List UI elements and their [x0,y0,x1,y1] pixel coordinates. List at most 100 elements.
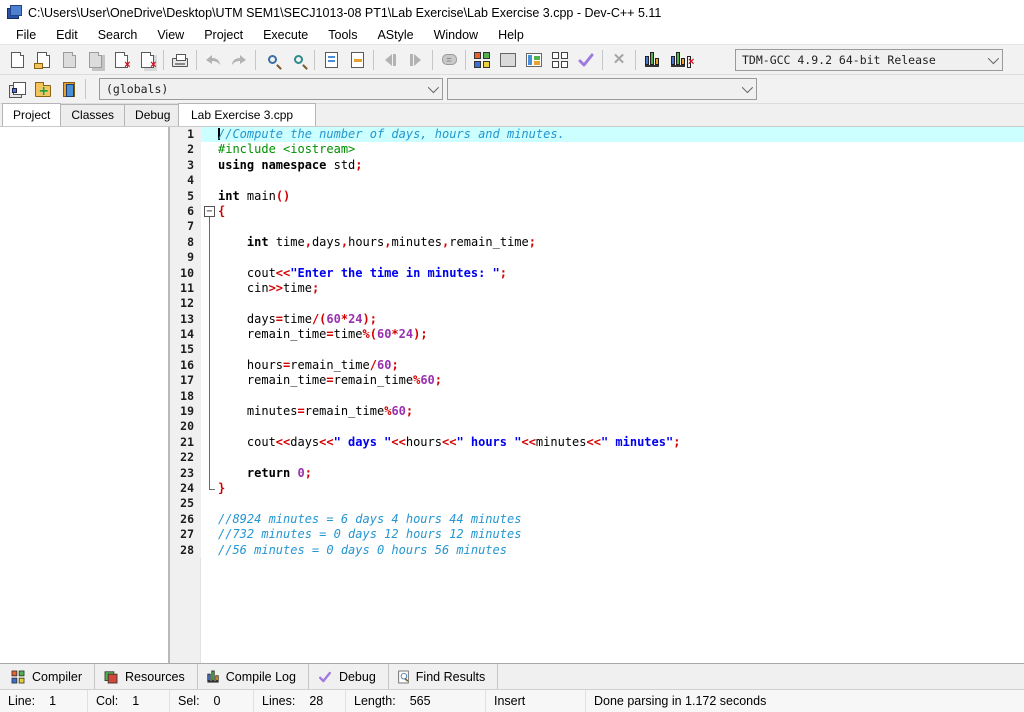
code-line[interactable]: 15 [170,342,1024,357]
tab-compile-log-label: Compile Log [226,670,296,684]
fold-margin [201,373,218,388]
code-text: cin>>time; [218,281,1024,296]
code-line[interactable]: 13 days=time/(60*24); [170,312,1024,327]
code-line[interactable]: 26//8924 minutes = 6 days 4 hours 44 min… [170,512,1024,527]
code-line[interactable]: 11 cin>>time; [170,281,1024,296]
remove-from-project-button[interactable] [56,77,82,101]
run-icon [500,53,516,67]
project-browser-panel[interactable] [0,127,170,663]
code-text [218,419,1024,434]
menu-window[interactable]: Window [424,27,488,44]
new-window-button[interactable] [4,77,30,101]
editor-tab-lab-exercise-3[interactable]: Lab Exercise 3.cpp [178,103,316,126]
rebuild-all-button[interactable] [547,48,573,72]
code-line[interactable]: 18 [170,389,1024,404]
compiler-select[interactable]: TDM-GCC 4.9.2 64-bit Release [735,49,1003,71]
open-button[interactable] [30,48,56,72]
line-number: 11 [170,281,201,296]
tab-find-results[interactable]: Find Results [389,664,498,689]
tab-resources[interactable]: Resources [95,664,198,689]
menu-tools[interactable]: Tools [318,27,367,44]
add-to-project-button[interactable]: + [30,77,56,101]
code-line[interactable]: 6−{ [170,204,1024,219]
undo-button[interactable] [200,48,226,72]
code-text [218,450,1024,465]
line-number: 19 [170,404,201,419]
code-line[interactable]: 1//Compute the number of days, hours and… [170,127,1024,142]
fold-marker[interactable]: − [201,204,218,219]
editor-tabs: Lab Exercise 3.cpp [178,103,315,126]
menu-search[interactable]: Search [88,27,148,44]
compile-log-tab-icon [207,671,218,682]
line-number: 13 [170,312,201,327]
fold-margin [201,189,218,204]
menu-project[interactable]: Project [194,27,253,44]
tab-debug-bottom[interactable]: Debug [309,664,389,689]
code-line[interactable]: 5int main() [170,189,1024,204]
code-line[interactable]: 8 int time,days,hours,minutes,remain_tim… [170,235,1024,250]
code-line[interactable]: 19 minutes=remain_time%60; [170,404,1024,419]
compile-and-run-icon [526,53,542,67]
find-button[interactable] [259,48,285,72]
fold-margin [201,358,218,373]
code-line[interactable]: 14 remain_time=time%(60*24); [170,327,1024,342]
code-line[interactable]: 17 remain_time=remain_time%60; [170,373,1024,388]
code-line[interactable]: 23 return 0; [170,466,1024,481]
menu-execute[interactable]: Execute [253,27,318,44]
line-number: 8 [170,235,201,250]
profile-button[interactable] [639,48,665,72]
code-line[interactable]: 16 hours=remain_time/60; [170,358,1024,373]
insert-button[interactable] [344,48,370,72]
code-editor[interactable]: 1//Compute the number of days, hours and… [170,127,1024,663]
code-line[interactable]: 12 [170,296,1024,311]
code-line[interactable]: 21 cout<<days<<" days "<<hours<<" hours … [170,435,1024,450]
code-line[interactable]: 25 [170,496,1024,511]
menu-view[interactable]: View [147,27,194,44]
delete-profiling-button[interactable]: × [665,48,691,72]
swap-header-source-button[interactable]: = [436,48,462,72]
menu-edit[interactable]: Edit [46,27,88,44]
tab-project[interactable]: Project [2,103,61,126]
compile-and-run-button[interactable] [521,48,547,72]
members-select[interactable] [447,78,757,100]
code-line[interactable]: 10 cout<<"Enter the time in minutes: "; [170,266,1024,281]
close-all-button[interactable]: × [134,48,160,72]
class-browser-select[interactable]: (globals) [99,78,443,100]
menu-astyle[interactable]: AStyle [367,27,423,44]
replace-button[interactable] [285,48,311,72]
code-line[interactable]: 4 [170,173,1024,188]
code-text: cout<<"Enter the time in minutes: "; [218,266,1024,281]
forward-button[interactable] [403,48,429,72]
tab-debug[interactable]: Debug [124,104,181,126]
code-line[interactable]: 9 [170,250,1024,265]
syntax-check-button[interactable] [573,48,599,72]
save-all-button[interactable] [82,48,108,72]
code-line[interactable]: 3using namespace std; [170,158,1024,173]
menu-help[interactable]: Help [488,27,534,44]
tab-classes[interactable]: Classes [60,104,125,126]
code-line[interactable]: 20 [170,419,1024,434]
close-button[interactable]: × [108,48,134,72]
new-file-button[interactable] [4,48,30,72]
redo-button[interactable] [226,48,252,72]
code-line[interactable]: 24} [170,481,1024,496]
resources-tab-icon [105,671,118,682]
tab-compile-log[interactable]: Compile Log [198,664,309,689]
tab-compiler[interactable]: Compiler [2,664,95,689]
goto-line-button[interactable] [318,48,344,72]
report-tabs: Compiler Resources Compile Log Debug Fin… [0,663,1024,689]
code-line[interactable]: 28//56 minutes = 0 days 0 hours 56 minut… [170,543,1024,558]
code-line[interactable]: 2#include <iostream> [170,142,1024,157]
save-button[interactable] [56,48,82,72]
code-text: //732 minutes = 0 days 12 hours 12 minut… [218,527,1024,542]
print-button[interactable] [167,48,193,72]
run-button[interactable] [495,48,521,72]
code-line[interactable]: 22 [170,450,1024,465]
code-line[interactable]: 27//732 minutes = 0 days 12 hours 12 min… [170,527,1024,542]
status-line: Line:1 [0,690,88,712]
code-line[interactable]: 7 [170,219,1024,234]
abort-compilation-button[interactable]: ✕ [606,48,632,72]
menu-file[interactable]: File [6,27,46,44]
back-button[interactable] [377,48,403,72]
compile-button[interactable] [469,48,495,72]
